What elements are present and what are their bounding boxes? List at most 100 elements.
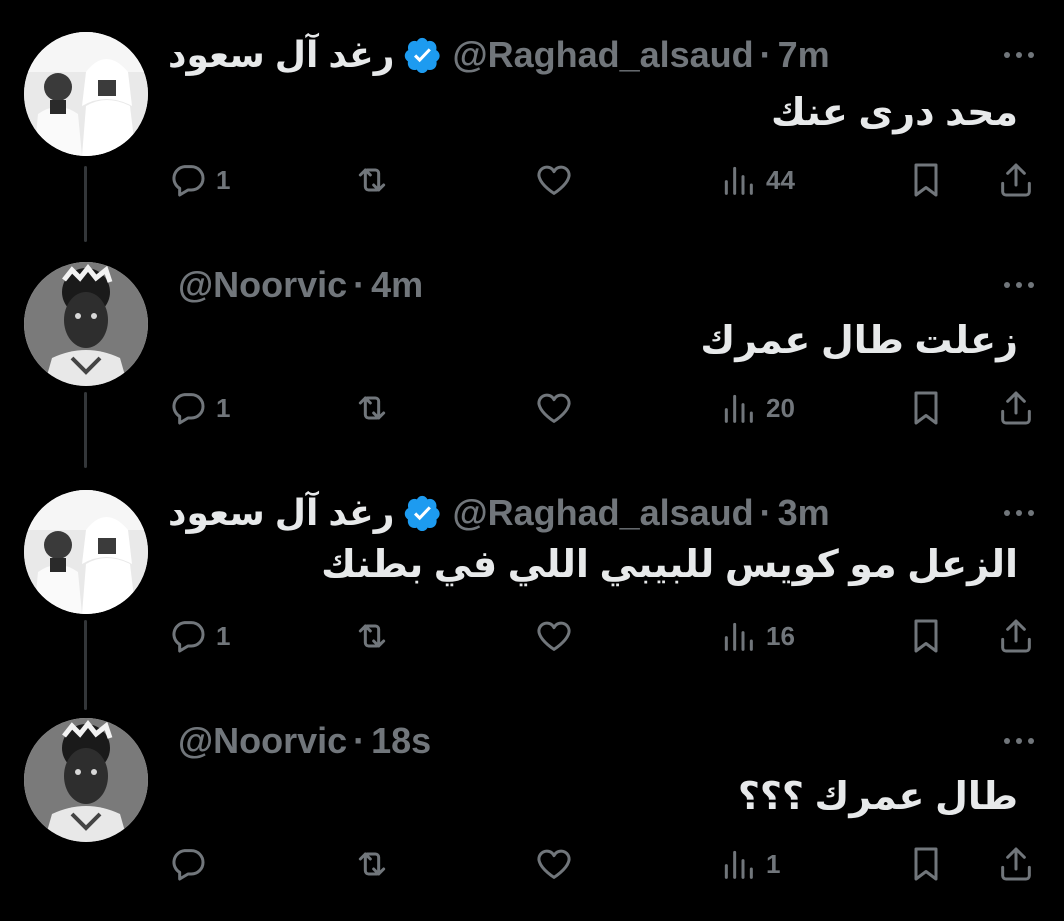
tweet-text: محد درى عنك [770, 92, 1018, 134]
tweet-actions: 1 44 [168, 158, 1038, 202]
more-options-icon[interactable] [1004, 726, 1034, 756]
tweet[interactable]: @Noorvic · 18s طال عمرك ؟؟؟ 1 [0, 718, 1064, 898]
tweet-text: زعلت طال عمرك [700, 320, 1018, 362]
two-men-photo-avatar [24, 490, 148, 614]
footballer-photo-avatar [24, 262, 148, 386]
tweet-header: رغد آل سعود @Raghad_alsaud · 3m [168, 490, 1008, 536]
views-chart-icon [724, 394, 753, 423]
tweet-header: @Noorvic · 18s [168, 718, 1008, 764]
tweet-header: رغد آل سعود @Raghad_alsaud · 7m [168, 32, 1008, 78]
separator-dot: · [759, 492, 772, 533]
tweet-text: طال عمرك ؟؟؟ [737, 776, 1018, 818]
user-handle[interactable]: @Noorvic [178, 264, 347, 306]
views-button[interactable]: 1 [718, 842, 780, 886]
verified-badge-icon [405, 495, 441, 532]
bookmark-button[interactable] [906, 842, 946, 886]
share-icon [1001, 847, 1031, 881]
retweet-icon [358, 852, 386, 876]
view-count: 20 [766, 392, 795, 423]
tweet[interactable]: رغد آل سعود @Raghad_alsaud · 7m محد درى … [0, 32, 1064, 222]
reply-button[interactable] [168, 842, 216, 886]
timestamp[interactable]: 4m [371, 264, 423, 306]
tweet-thread: رغد آل سعود @Raghad_alsaud · 7m محد درى … [0, 0, 1064, 921]
share-icon [1001, 391, 1031, 425]
tweet-actions: 1 16 [168, 614, 1038, 658]
view-count: 1 [766, 848, 781, 879]
tweet-actions: 1 [168, 842, 1038, 886]
view-count: 16 [766, 620, 795, 651]
reply-count: 1 [216, 164, 231, 195]
reply-count: 1 [216, 620, 231, 651]
tweet-header: @Noorvic · 4m [168, 262, 1008, 308]
share-icon [1001, 163, 1031, 197]
verified-badge-icon [405, 37, 441, 74]
bookmark-icon [914, 163, 938, 197]
user-avatar[interactable] [24, 718, 148, 842]
views-chart-icon [724, 166, 753, 195]
timestamp[interactable]: 18s [371, 720, 431, 762]
reply-icon [172, 849, 205, 881]
display-name[interactable]: رغد آل سعود [168, 34, 394, 76]
user-avatar[interactable] [24, 32, 148, 156]
share-button[interactable] [996, 158, 1036, 202]
bookmark-button[interactable] [906, 158, 946, 202]
retweet-icon [358, 168, 386, 192]
bookmark-icon [914, 619, 938, 653]
share-button[interactable] [996, 386, 1036, 430]
bookmark-icon [914, 847, 938, 881]
separator-dot: · [759, 34, 772, 75]
heart-icon [537, 165, 571, 195]
tweet[interactable]: رغد آل سعود @Raghad_alsaud · 3m الزعل مو… [0, 490, 1064, 670]
reply-button[interactable]: 1 [168, 386, 230, 430]
views-chart-icon [724, 622, 753, 651]
like-button[interactable] [534, 386, 582, 430]
share-button[interactable] [996, 842, 1036, 886]
reply-count: 1 [216, 392, 231, 423]
user-avatar[interactable] [24, 262, 148, 386]
views-chart-icon [724, 850, 753, 879]
user-avatar[interactable] [24, 490, 148, 614]
views-button[interactable]: 44 [718, 158, 795, 202]
reply-button[interactable]: 1 [168, 158, 230, 202]
display-name[interactable]: رغد آل سعود [168, 492, 394, 534]
more-options-icon[interactable] [1004, 40, 1034, 70]
bookmark-button[interactable] [906, 386, 946, 430]
reply-icon [172, 621, 205, 653]
retweet-button[interactable] [352, 842, 400, 886]
tweet[interactable]: @Noorvic · 4m زعلت طال عمرك 1 20 [0, 262, 1064, 442]
views-button[interactable]: 16 [718, 614, 795, 658]
user-handle[interactable]: @Noorvic [178, 720, 347, 762]
reply-button[interactable]: 1 [168, 614, 230, 658]
like-button[interactable] [534, 614, 582, 658]
heart-icon [537, 849, 571, 879]
timestamp[interactable]: 7m [778, 34, 830, 76]
timestamp[interactable]: 3m [778, 492, 830, 534]
heart-icon [537, 393, 571, 423]
share-button[interactable] [996, 614, 1036, 658]
bookmark-button[interactable] [906, 614, 946, 658]
tweet-text: الزعل مو كويس للبيبي اللي في بطنك [321, 544, 1018, 586]
separator-dot: · [353, 720, 366, 761]
more-options-icon[interactable] [1004, 270, 1034, 300]
views-button[interactable]: 20 [718, 386, 795, 430]
user-handle[interactable]: @Raghad_alsaud [452, 492, 753, 534]
like-button[interactable] [534, 158, 582, 202]
reply-icon [172, 165, 205, 197]
share-icon [1001, 619, 1031, 653]
like-button[interactable] [534, 842, 582, 886]
footballer-photo-avatar [24, 718, 148, 842]
separator-dot: · [353, 264, 366, 305]
retweet-icon [358, 396, 386, 420]
reply-icon [172, 393, 205, 425]
retweet-button[interactable] [352, 158, 400, 202]
more-options-icon[interactable] [1004, 498, 1034, 528]
tweet-actions: 1 20 [168, 386, 1038, 430]
heart-icon [537, 621, 571, 651]
bookmark-icon [914, 391, 938, 425]
view-count: 44 [766, 164, 795, 195]
retweet-button[interactable] [352, 386, 400, 430]
two-men-photo-avatar [24, 32, 148, 156]
retweet-button[interactable] [352, 614, 400, 658]
retweet-icon [358, 624, 386, 648]
user-handle[interactable]: @Raghad_alsaud [452, 34, 753, 76]
